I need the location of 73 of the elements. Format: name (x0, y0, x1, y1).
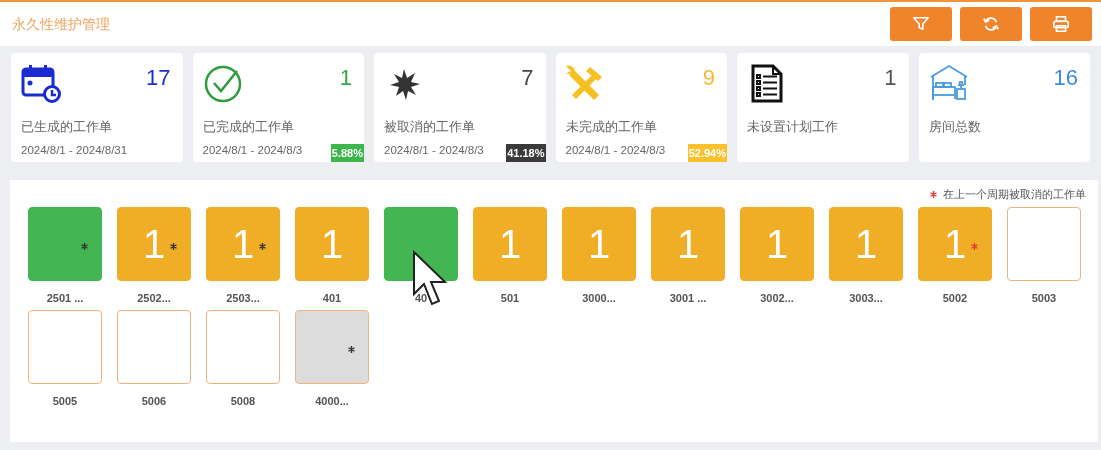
date-range: 2024/8/1 - 2024/8/3 (384, 142, 484, 158)
room-label: 3000... (581, 290, 617, 306)
room-label: 40 (413, 290, 429, 306)
filter-button[interactable] (890, 7, 952, 41)
room-tile[interactable]: 1 (117, 206, 191, 281)
room-tile[interactable]: 1 (473, 206, 547, 281)
date-range: 2024/8/1 - 2024/8/31 (21, 142, 128, 158)
room-label: 5002 (941, 290, 969, 306)
room-tile[interactable]: 1 (206, 206, 280, 281)
room-tile[interactable]: 1 (651, 206, 725, 281)
room-label: 5006 (140, 393, 168, 409)
date-range: 2024/8/1 - 2024/8/3 (202, 142, 303, 158)
stat-count: 1 (884, 67, 897, 89)
room-tile[interactable]: 1 (740, 206, 814, 281)
room-tile[interactable] (117, 309, 191, 384)
room-tile[interactable] (206, 309, 280, 384)
stat-count: 16 (1053, 67, 1078, 89)
order-count: 1 (587, 223, 611, 264)
room-label: 2502... (136, 290, 172, 306)
stat-title: 被取消的工作单 (384, 118, 476, 136)
stat-title: 已完成的工作单 (202, 118, 295, 136)
room-tile[interactable] (1007, 206, 1081, 281)
print-icon (1052, 15, 1070, 33)
room-tile[interactable]: 1 (829, 206, 903, 281)
order-count: 1 (142, 223, 166, 264)
date-range: 2024/8/1 - 2024/8/3 (565, 142, 666, 158)
percent-badge: 52.94% (687, 143, 727, 162)
stat-title: 房间总数 (928, 118, 982, 136)
room-label: 3002... (759, 290, 795, 306)
calendar-clock-icon (21, 63, 61, 103)
room-label: 5005 (51, 393, 79, 409)
room-tile[interactable] (384, 206, 458, 281)
stat-count: 7 (521, 67, 534, 89)
stat-count: 1 (339, 67, 352, 89)
refresh-icon (982, 15, 1000, 33)
room-tile[interactable] (28, 206, 102, 281)
room-label: 3001 ... (668, 290, 708, 306)
page-title: 永久性维护管理 (12, 14, 110, 34)
order-count: 1 (943, 223, 967, 264)
legend-text: 在上一个周期被取消的工作单 (943, 187, 1086, 202)
room-label: 5003 (1030, 290, 1058, 306)
room-label: 3003... (848, 290, 884, 306)
stat-title: 已生成的工作单 (21, 118, 113, 136)
bedroom-icon (928, 63, 969, 103)
order-count: 1 (320, 223, 344, 264)
percent-badge: 5.88% (330, 143, 364, 162)
stat-count: 9 (702, 67, 715, 89)
stat-title: 未完成的工作单 (565, 118, 658, 136)
stat-title: 未设置计划工作 (747, 118, 839, 136)
room-label: 401 (321, 290, 343, 306)
room-tile[interactable] (295, 309, 369, 384)
order-count: 1 (765, 223, 789, 264)
room-tile[interactable]: 1 (295, 206, 369, 281)
refresh-button[interactable] (960, 7, 1022, 41)
room-tile[interactable]: 1 (918, 206, 992, 281)
order-count: 1 (676, 223, 700, 264)
room-label: 4000... (314, 393, 350, 409)
asterisk-icon (930, 190, 937, 198)
order-count: 1 (854, 223, 878, 264)
print-button[interactable] (1030, 7, 1092, 41)
pointer-icon (412, 250, 448, 306)
room-label: 2503... (225, 290, 261, 306)
check-circle-icon (202, 63, 243, 103)
order-count: 1 (498, 223, 522, 264)
room-label: 501 (499, 290, 521, 306)
room-label: 5008 (229, 393, 257, 409)
room-label: 2501 ... (45, 290, 85, 306)
order-count: 1 (231, 223, 255, 264)
room-tile[interactable] (28, 309, 102, 384)
stat-count: 17 (146, 67, 171, 89)
room-tile[interactable]: 1 (562, 206, 636, 281)
filter-icon (912, 15, 930, 33)
percent-badge: 41.18% (506, 143, 546, 162)
